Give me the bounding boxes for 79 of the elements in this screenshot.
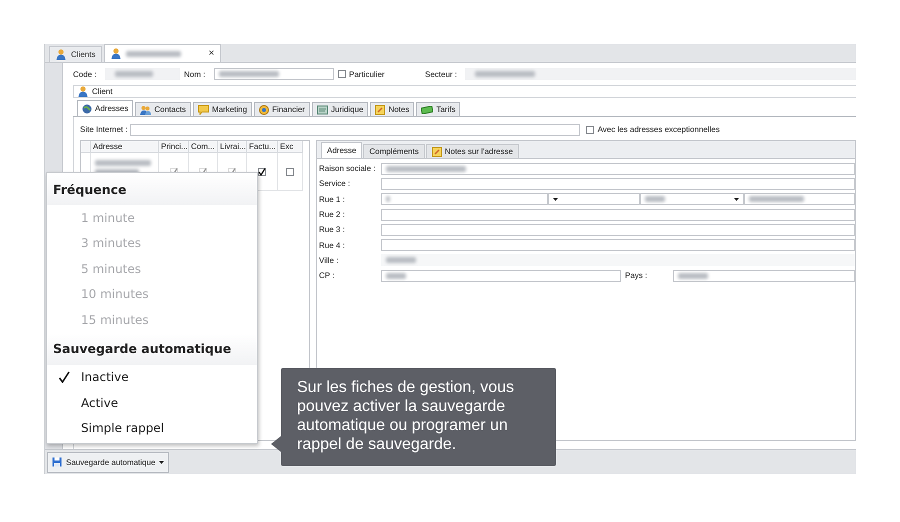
field-label: Rue 1 : [319, 194, 346, 204]
field-label: Service : [319, 179, 352, 188]
field-label: Site Internet : [80, 125, 128, 134]
checkbox[interactable] [286, 168, 294, 176]
input-field[interactable] [381, 239, 855, 252]
note-icon [375, 104, 386, 114]
column-header[interactable]: Factu... [247, 141, 278, 153]
tab[interactable]: Juridique [312, 102, 368, 116]
tooltip: Sur les fiches de gestion, vous pouvez activer la sauvegarde automatique ou programer un rappel de sauvegarde. [281, 368, 556, 466]
field-label: Nom : [184, 70, 206, 78]
dropdown-caret-icon [553, 198, 558, 201]
redacted-text [95, 160, 151, 166]
input-field[interactable] [381, 224, 855, 236]
speech-bubble-icon [198, 104, 209, 114]
banknote-icon [421, 106, 434, 114]
dropdown[interactable] [640, 193, 744, 206]
checkbox[interactable] [258, 168, 266, 176]
checkbox-label: Avec les adresses exceptionnelles [598, 125, 720, 134]
input-field[interactable] [214, 68, 334, 80]
column-header[interactable]: Com... [189, 141, 218, 153]
dropdown-caret-icon [159, 460, 164, 464]
document-icon [316, 104, 328, 114]
input-field[interactable] [130, 124, 580, 136]
menu-item[interactable]: Inactive [47, 364, 257, 390]
tab[interactable]: Contacts [135, 102, 191, 116]
coin-icon [259, 104, 270, 114]
section-title: Client [92, 87, 112, 96]
tab[interactable]: Notes [370, 102, 414, 116]
document-tab[interactable]: Clients [49, 46, 102, 62]
input-field[interactable] [744, 193, 855, 206]
column-header[interactable]: Exc [278, 141, 303, 153]
user-icon [56, 49, 66, 60]
checkmark-icon [258, 168, 266, 176]
autosave-button[interactable]: Sauvegarde automatique [47, 452, 170, 472]
tab[interactable]: Notes sur l'adresse [426, 144, 519, 158]
tab[interactable]: Marketing [192, 102, 252, 116]
field-label: Rue 3 : [319, 225, 346, 234]
field-label: Code : [73, 70, 98, 78]
menu-section-header: Fréquence [47, 173, 257, 205]
field-label: Ville : [319, 256, 340, 265]
column-header[interactable]: Livrai... [218, 141, 247, 153]
field-label: Secteur : [425, 70, 458, 78]
field-label: Raison sociale : [319, 164, 376, 174]
input-field[interactable] [465, 68, 856, 80]
tab[interactable]: Adresses [77, 100, 134, 116]
document-tab[interactable]: × [104, 44, 222, 62]
people-icon [140, 104, 152, 114]
note-icon [432, 146, 442, 156]
input-field[interactable] [105, 68, 180, 80]
field-label: CP : [319, 271, 336, 280]
input-field[interactable] [381, 270, 621, 282]
checkbox[interactable] [586, 126, 594, 134]
menu-item[interactable]: Simple rappel [47, 416, 257, 441]
input-field[interactable] [673, 270, 855, 282]
tab[interactable]: Adresse [321, 142, 362, 158]
input-field[interactable] [381, 178, 855, 190]
user-icon [78, 86, 88, 97]
tooltip-pointer-icon [271, 436, 281, 452]
tab[interactable]: Financier [254, 102, 310, 116]
input-field[interactable] [381, 254, 855, 266]
field-label: Rue 4 : [319, 240, 346, 250]
dropdown[interactable] [548, 193, 640, 206]
dropdown-caret-icon [734, 198, 739, 201]
menu-item[interactable]: Active [47, 390, 257, 416]
field-label: Pays : [625, 271, 648, 280]
tab[interactable]: Compléments [363, 144, 425, 158]
column-header[interactable]: Adresse [91, 141, 159, 153]
user-icon [111, 48, 122, 59]
input-field[interactable] [381, 162, 855, 175]
globe-icon [82, 104, 92, 114]
input-field[interactable] [381, 208, 855, 221]
column-header[interactable]: Princi... [159, 141, 189, 153]
field-label: Rue 2 : [319, 210, 346, 220]
checkbox[interactable] [338, 70, 346, 78]
input-field[interactable] [381, 193, 548, 206]
tab[interactable]: Tarifs [416, 102, 460, 116]
checkbox-label: Particulier [349, 70, 386, 78]
close-icon[interactable]: × [208, 48, 214, 58]
menu-section-header: Sauvegarde automatique [47, 332, 257, 364]
